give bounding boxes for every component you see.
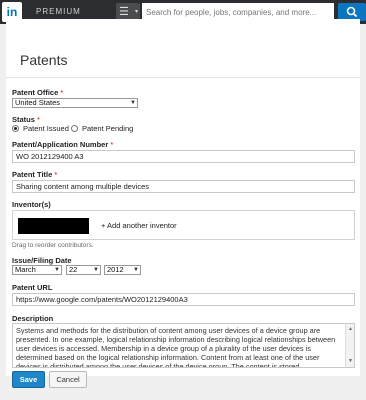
year-value: 2012 [107,265,124,274]
chevron-down-icon: ▼ [130,100,136,106]
patent-office-value: United States [15,98,61,107]
issue-date-label: Issue/Filing Date [12,256,72,265]
patent-title-label: Patent Title * [12,170,58,179]
inventors-box: + Add another inventor [12,210,355,240]
description-text: Systems and methods for the distribution… [16,326,336,368]
page-title: Patents [20,52,68,68]
month-select[interactable]: March ▼ [12,265,62,275]
patent-url-label: Patent URL [12,283,53,292]
day-select[interactable]: 22 ▼ [66,265,101,275]
year-select[interactable]: 2012 ▼ [104,265,141,275]
patent-pending-radio[interactable] [71,125,78,132]
patent-title-input[interactable]: Sharing content among multiple devices [12,180,355,193]
month-value: March [15,265,36,274]
description-scrollbar[interactable]: ▲ ▼ [345,324,354,367]
patent-issued-label[interactable]: Patent Issued [23,124,69,133]
description-label: Description [12,314,54,323]
patent-office-label: Patent Office * [12,88,64,97]
premium-label[interactable]: PREMIUM [36,7,81,16]
description-textarea[interactable]: Systems and methods for the distribution… [12,323,355,368]
list-icon: ☰ [119,6,129,18]
status-label: Status * [12,115,40,124]
patent-issued-radio[interactable] [12,125,19,132]
patent-number-input[interactable]: WO 2012129400 A3 [12,150,355,163]
inventors-label: Inventor(s) [12,200,51,209]
reorder-hint: Drag to reorder contributors. [12,242,94,249]
chevron-down-icon: ▼ [93,267,99,273]
patent-pending-label[interactable]: Patent Pending [82,124,133,133]
day-value: 22 [69,265,78,274]
cancel-button[interactable]: Cancel [49,371,87,388]
patent-number-label: Patent/Application Number * [12,140,114,149]
patent-office-select[interactable]: United States ▼ [12,98,138,108]
patent-url-input[interactable]: https://www.google.com/patents/WO2012129… [12,293,355,306]
chevron-down-icon: ▼ [54,267,60,273]
add-inventor-link[interactable]: + Add another inventor [101,221,177,230]
inventor-entry-redacted[interactable] [18,218,89,234]
chevron-down-icon: ▼ [133,267,139,273]
title-divider [6,77,360,78]
save-button[interactable]: Save [12,371,45,388]
scroll-up-icon[interactable]: ▲ [348,325,353,334]
scroll-down-icon[interactable]: ▼ [348,357,353,366]
